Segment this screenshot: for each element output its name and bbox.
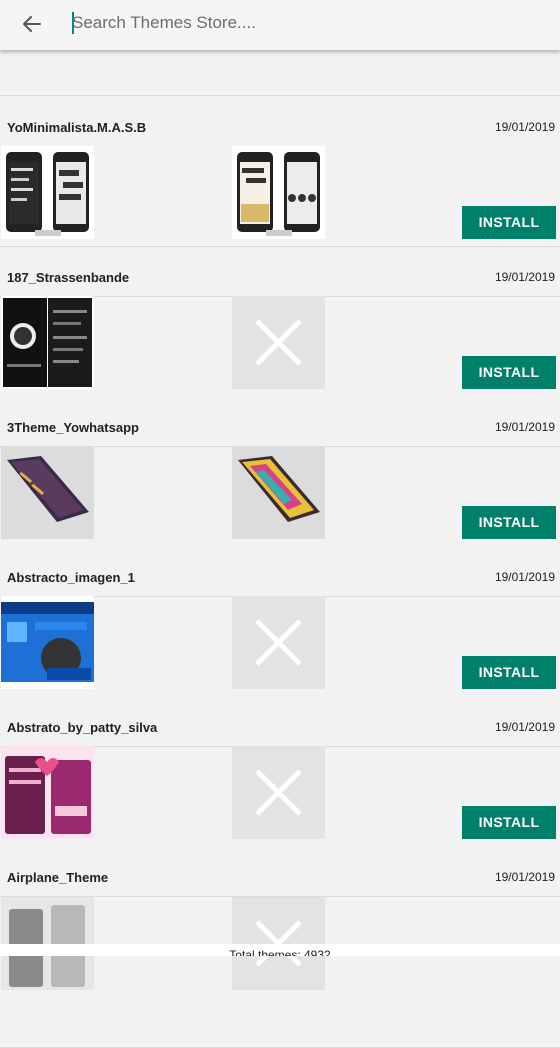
theme-preview-image[interactable] — [232, 146, 325, 239]
theme-preview-image[interactable] — [1, 296, 94, 389]
theme-date: 19/01/2019 — [494, 870, 555, 884]
theme-preview-image[interactable] — [1, 146, 94, 239]
install-button[interactable]: INSTALL — [462, 806, 556, 839]
theme-item: INSTALL Abstrato_by_patty_silva 19/01/20… — [0, 596, 560, 747]
theme-item: INSTALL Airplane_Theme 19/01/2019 — [0, 746, 560, 897]
no-preview-image — [232, 296, 325, 389]
theme-item — [0, 897, 560, 1048]
search-toolbar — [0, 0, 560, 50]
theme-preview-image[interactable] — [1, 746, 94, 839]
theme-name: Abstrato_by_patty_silva — [7, 720, 158, 735]
theme-date: 19/01/2019 — [494, 120, 555, 134]
theme-preview-image[interactable] — [1, 446, 94, 539]
theme-item: INSTALL Abstracto_imagen_1 19/01/2019 — [0, 446, 560, 597]
total-themes-label: Total themes: 4932 — [0, 944, 560, 956]
theme-date: 19/01/2019 — [494, 570, 555, 584]
theme-preview-image[interactable] — [1, 596, 94, 689]
no-preview-image — [232, 746, 325, 839]
install-button[interactable]: INSTALL — [462, 506, 556, 539]
install-button[interactable]: INSTALL — [462, 656, 556, 689]
theme-date: 19/01/2019 — [494, 270, 555, 284]
search-input[interactable] — [72, 8, 542, 38]
theme-date: 19/01/2019 — [494, 720, 555, 734]
theme-name: YoMinimalista.M.A.S.B — [7, 120, 147, 135]
theme-name: Abstracto_imagen_1 — [7, 570, 135, 585]
theme-name: 187_Strassenbande — [7, 270, 130, 285]
install-button[interactable]: INSTALL — [462, 356, 556, 389]
back-arrow-icon[interactable] — [14, 6, 50, 42]
theme-name: 3Theme_Yowhatsapp — [7, 420, 139, 435]
theme-name: Airplane_Theme — [7, 870, 109, 885]
theme-item: INSTALL 187_Strassenbande 19/01/2019 — [0, 146, 560, 297]
no-preview-image — [232, 596, 325, 689]
install-button[interactable]: INSTALL — [462, 206, 556, 239]
theme-date: 19/01/2019 — [494, 420, 555, 434]
theme-item: INSTALL 3Theme_Yowhatsapp 19/01/2019 — [0, 296, 560, 447]
theme-preview-image[interactable] — [232, 446, 325, 539]
